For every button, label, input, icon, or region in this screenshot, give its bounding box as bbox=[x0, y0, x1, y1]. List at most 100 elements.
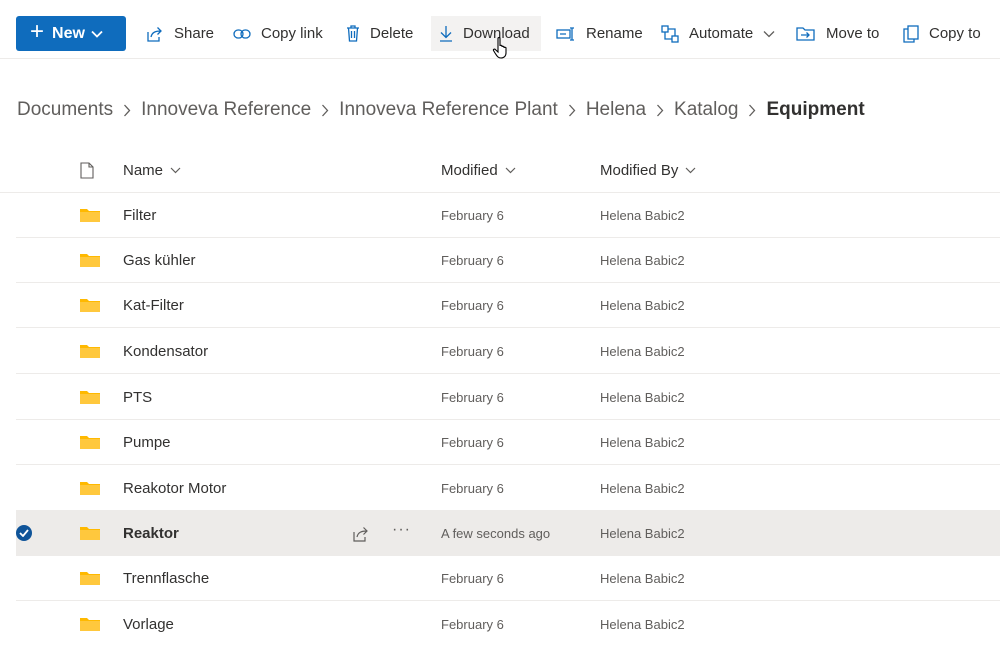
item-modified: February 6 bbox=[441, 571, 504, 586]
item-name[interactable]: Reaktor bbox=[123, 511, 179, 556]
item-name[interactable]: Filter bbox=[123, 193, 156, 238]
copy-link-label: Copy link bbox=[261, 25, 323, 42]
chevron-right-icon bbox=[656, 104, 664, 117]
item-modified: February 6 bbox=[441, 481, 504, 496]
trash-icon bbox=[346, 25, 360, 42]
item-name[interactable]: Pumpe bbox=[123, 420, 171, 465]
item-name[interactable]: Reakotor Motor bbox=[123, 466, 226, 511]
column-header-name-label: Name bbox=[123, 161, 164, 179]
list-item[interactable]: Reakotor Motor February 6 Helena Babic2 bbox=[16, 466, 1000, 511]
rename-button[interactable]: Rename bbox=[548, 16, 651, 51]
rename-icon bbox=[556, 26, 576, 41]
copy-to-label: Copy to bbox=[929, 25, 981, 42]
item-name[interactable]: Vorlage bbox=[123, 602, 174, 647]
chevron-down-icon bbox=[685, 167, 696, 174]
list-item[interactable]: Trennflasche February 6 Helena Babic2 bbox=[16, 556, 1000, 601]
item-modified-by[interactable]: Helena Babic2 bbox=[600, 466, 685, 511]
file-type-icon[interactable] bbox=[80, 148, 94, 192]
item-modified-by[interactable]: Helena Babic2 bbox=[600, 238, 685, 283]
list-item[interactable]: Gas kühler February 6 Helena Babic2 bbox=[16, 238, 1000, 283]
item-modified-by[interactable]: Helena Babic2 bbox=[600, 375, 685, 420]
breadcrumb-item-innoveva-reference[interactable]: Innoveva Reference bbox=[141, 99, 311, 121]
folder-icon bbox=[80, 618, 100, 631]
item-modified: February 6 bbox=[441, 390, 504, 405]
column-header-name[interactable]: Name bbox=[123, 148, 181, 192]
item-modified-by[interactable]: Helena Babic2 bbox=[600, 283, 685, 328]
column-header-modified-label: Modified bbox=[441, 161, 498, 179]
move-to-button[interactable]: Move to bbox=[788, 16, 887, 51]
delete-label: Delete bbox=[370, 25, 414, 42]
breadcrumb-item-katalog[interactable]: Katalog bbox=[674, 99, 738, 121]
list-item-selected[interactable]: Reaktor ··· A few seconds ago Helena Bab… bbox=[16, 511, 1000, 556]
list-item[interactable]: Vorlage February 6 Helena Babic2 bbox=[16, 602, 1000, 647]
move-to-icon bbox=[796, 26, 816, 41]
folder-icon bbox=[80, 436, 100, 449]
item-modified: February 6 bbox=[441, 208, 504, 223]
column-header-modified-by-label: Modified By bbox=[600, 161, 679, 179]
chevron-down-icon bbox=[763, 30, 775, 38]
chevron-right-icon bbox=[748, 104, 756, 117]
download-icon bbox=[439, 25, 453, 42]
checkmark-icon[interactable] bbox=[16, 525, 32, 541]
column-header-modified[interactable]: Modified bbox=[441, 148, 516, 192]
chevron-down-icon bbox=[505, 167, 516, 174]
list-item[interactable]: Kat-Filter February 6 Helena Babic2 bbox=[16, 283, 1000, 328]
item-modified: February 6 bbox=[441, 435, 504, 450]
item-modified-by[interactable]: Helena Babic2 bbox=[600, 511, 685, 556]
share-label: Share bbox=[174, 25, 215, 42]
list-item[interactable]: Filter February 6 Helena Babic2 bbox=[16, 193, 1000, 238]
copy-to-button[interactable]: Copy to bbox=[895, 16, 989, 51]
plus-icon: + bbox=[30, 18, 45, 45]
breadcrumb: Documents Innoveva Reference Innoveva Re… bbox=[17, 96, 865, 124]
list-header: Name Modified Modified By bbox=[0, 148, 1000, 193]
new-button[interactable]: + New bbox=[16, 16, 126, 51]
breadcrumb-item-helena[interactable]: Helena bbox=[586, 99, 646, 121]
automate-icon bbox=[661, 24, 679, 43]
folder-icon bbox=[80, 527, 100, 540]
item-modified: February 6 bbox=[441, 253, 504, 268]
list-item[interactable]: PTS February 6 Helena Babic2 bbox=[16, 375, 1000, 420]
chevron-down-icon bbox=[91, 25, 103, 43]
item-modified: February 6 bbox=[441, 344, 504, 359]
item-modified-by[interactable]: Helena Babic2 bbox=[600, 602, 685, 647]
share-icon[interactable] bbox=[352, 525, 370, 543]
share-icon bbox=[146, 26, 164, 42]
download-button[interactable]: Download bbox=[431, 16, 541, 51]
rename-label: Rename bbox=[586, 25, 643, 42]
hand-cursor-icon bbox=[492, 37, 507, 59]
list-item[interactable]: Pumpe February 6 Helena Babic2 bbox=[16, 420, 1000, 465]
item-modified-by[interactable]: Helena Babic2 bbox=[600, 420, 685, 465]
item-modified-by[interactable]: Helena Babic2 bbox=[600, 193, 685, 238]
list-item[interactable]: Kondensator February 6 Helena Babic2 bbox=[16, 329, 1000, 374]
folder-icon bbox=[80, 572, 100, 585]
chevron-right-icon bbox=[123, 104, 131, 117]
column-header-modified-by[interactable]: Modified By bbox=[600, 148, 696, 192]
more-options-icon[interactable]: ··· bbox=[392, 521, 411, 539]
automate-label: Automate bbox=[689, 25, 754, 42]
move-to-label: Move to bbox=[826, 25, 880, 42]
item-name[interactable]: Kondensator bbox=[123, 329, 208, 374]
item-name[interactable]: PTS bbox=[123, 375, 152, 420]
item-modified-by[interactable]: Helena Babic2 bbox=[600, 556, 685, 601]
item-modified: February 6 bbox=[441, 298, 504, 313]
share-button[interactable]: Share bbox=[138, 16, 222, 51]
breadcrumb-current: Equipment bbox=[766, 99, 865, 120]
delete-button[interactable]: Delete bbox=[338, 16, 421, 51]
folder-icon bbox=[80, 209, 100, 222]
folder-icon bbox=[80, 391, 100, 404]
folder-icon bbox=[80, 299, 100, 312]
item-name[interactable]: Gas kühler bbox=[123, 238, 196, 283]
item-modified: A few seconds ago bbox=[441, 526, 551, 541]
item-modified: February 6 bbox=[441, 617, 504, 632]
folder-icon bbox=[80, 254, 100, 267]
automate-button[interactable]: Automate bbox=[653, 16, 783, 51]
chevron-right-icon bbox=[321, 104, 329, 117]
copy-link-button[interactable]: Copy link bbox=[225, 16, 331, 51]
item-modified-by[interactable]: Helena Babic2 bbox=[600, 329, 685, 374]
item-name[interactable]: Trennflasche bbox=[123, 556, 209, 601]
folder-icon bbox=[80, 345, 100, 358]
breadcrumb-item-documents[interactable]: Documents bbox=[17, 99, 113, 121]
item-name[interactable]: Kat-Filter bbox=[123, 283, 184, 328]
breadcrumb-item-innoveva-reference-plant[interactable]: Innoveva Reference Plant bbox=[339, 99, 558, 121]
copy-to-icon bbox=[903, 24, 919, 43]
